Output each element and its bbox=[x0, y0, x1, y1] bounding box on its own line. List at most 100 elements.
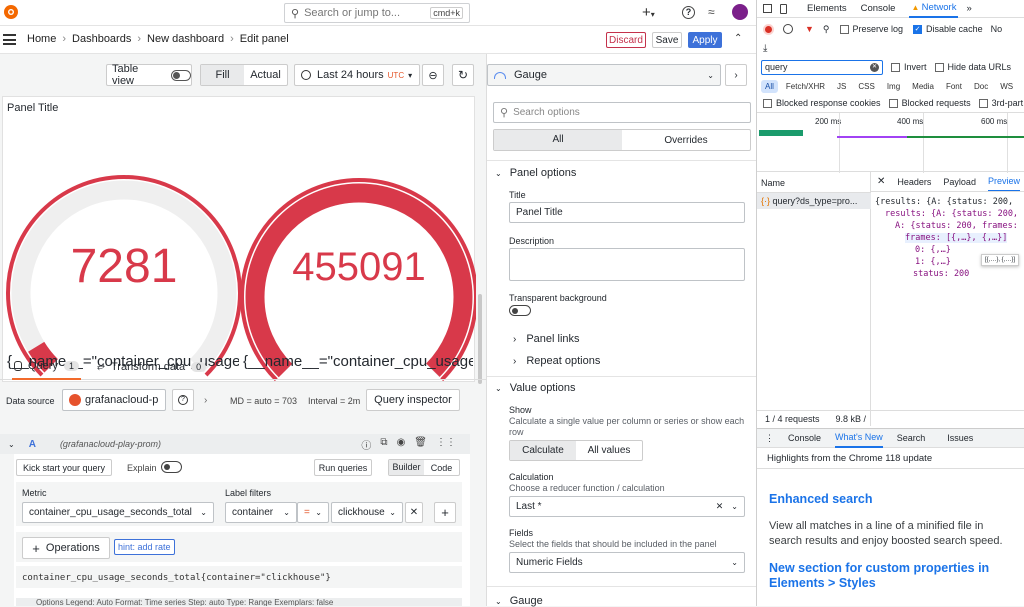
tab-all[interactable]: All bbox=[494, 130, 622, 150]
table-view-toggle[interactable]: Table view bbox=[106, 63, 192, 87]
drawer-menu-icon[interactable]: ⋮ bbox=[765, 433, 774, 444]
options-search-input[interactable]: ⚲ Search options bbox=[493, 102, 751, 123]
title-input[interactable]: Panel Title bbox=[509, 202, 745, 223]
preview-line-6[interactable]: 1: {,…} bbox=[915, 257, 951, 267]
clear-filter-icon[interactable]: ✕ bbox=[870, 62, 879, 72]
blocked-cookies-checkbox[interactable] bbox=[763, 98, 772, 108]
collapse-icon[interactable]: ⌄ bbox=[8, 440, 15, 449]
search-icon[interactable]: ⚲ bbox=[823, 24, 830, 35]
datasource-picker[interactable]: grafanacloud-p bbox=[62, 389, 166, 411]
trash-icon[interactable]: 🗑 bbox=[414, 437, 427, 452]
close-icon[interactable]: ✕ bbox=[877, 176, 885, 187]
tab-transform[interactable]: ⥂ Transform data 0 bbox=[97, 361, 207, 373]
tab-network[interactable]: ▲ Network bbox=[909, 0, 959, 18]
drawer-tab-issues[interactable]: Issues bbox=[947, 433, 973, 443]
clear-icon[interactable]: ✕ bbox=[716, 501, 724, 512]
more-tabs-icon[interactable]: » bbox=[966, 3, 971, 14]
calculate-option[interactable]: Calculate bbox=[510, 441, 576, 460]
news-title-2[interactable]: New section for custom properties in Ele… bbox=[769, 561, 1013, 591]
visualization-picker[interactable]: Gauge ⌄ bbox=[487, 64, 721, 86]
tab-elements[interactable]: Elements bbox=[807, 3, 847, 14]
zoom-out-button[interactable]: ⊖ bbox=[422, 64, 444, 86]
apply-button[interactable]: Apply bbox=[688, 32, 722, 48]
tab-preview[interactable]: Preview bbox=[987, 172, 1020, 191]
type-media[interactable]: Media bbox=[908, 80, 938, 93]
remove-filter-button[interactable]: ✕ bbox=[405, 502, 423, 523]
eye-icon[interactable]: ◉ bbox=[397, 437, 406, 452]
preview-line-2[interactable]: results: {A: {status: 200, bbox=[885, 209, 1018, 219]
preview-line-5[interactable]: 0: {,…} bbox=[915, 245, 951, 255]
type-css[interactable]: CSS bbox=[854, 80, 878, 93]
type-font[interactable]: Font bbox=[942, 80, 966, 93]
filter-key-select[interactable]: container ⌄ bbox=[225, 502, 297, 523]
transparent-toggle[interactable] bbox=[509, 305, 531, 316]
filter-operator-select[interactable]: = ⌄ bbox=[297, 502, 329, 523]
filter-icon[interactable]: ▼ bbox=[805, 24, 814, 34]
avatar[interactable] bbox=[732, 4, 748, 20]
type-ws[interactable]: WS bbox=[996, 80, 1017, 93]
record-icon[interactable] bbox=[763, 23, 774, 35]
search-bar[interactable]: ⚲ Search or jump to... cmd+k bbox=[284, 3, 470, 23]
request-row[interactable]: {·} query?ds_type=pro... bbox=[757, 193, 871, 209]
duplicate-icon[interactable]: ⧉ bbox=[380, 437, 387, 452]
run-queries-button[interactable]: Run queries bbox=[314, 459, 372, 476]
save-button[interactable]: Save bbox=[652, 32, 682, 48]
calculation-select[interactable]: Last * ✕ ⌄ bbox=[509, 496, 745, 517]
metric-select[interactable]: container_cpu_usage_seconds_total ⌄ bbox=[22, 502, 214, 523]
all-values-option[interactable]: All values bbox=[576, 445, 642, 456]
query-options[interactable]: Options Legend: Auto Format: Time series… bbox=[16, 598, 462, 606]
tab-query[interactable]: Query 1 bbox=[12, 354, 81, 380]
fields-select[interactable]: Numeric Fields ⌄ bbox=[509, 552, 745, 573]
third-party-checkbox[interactable] bbox=[978, 98, 988, 108]
disable-cache-checkbox[interactable]: ✓ bbox=[913, 24, 923, 34]
fill-button[interactable]: Fill bbox=[201, 65, 244, 85]
value-options-header[interactable]: ⌄ Value options bbox=[495, 382, 576, 394]
query-ref-id[interactable]: A bbox=[29, 439, 36, 450]
help-icon[interactable]: ? bbox=[682, 6, 695, 19]
network-filter-input[interactable]: query ✕ bbox=[761, 59, 883, 75]
collapse-icon[interactable]: ⌃ bbox=[734, 33, 742, 44]
preview-line-4[interactable]: frames: [{,…}, {,…}] bbox=[905, 233, 1008, 243]
refresh-button[interactable]: ↻ bbox=[452, 64, 474, 86]
explain-toggle[interactable] bbox=[161, 461, 182, 473]
download-icon[interactable]: ⤓ bbox=[763, 43, 767, 54]
query-help-icon[interactable]: ⓘ bbox=[361, 437, 371, 452]
drawer-tab-whats-new[interactable]: What's New bbox=[835, 428, 883, 448]
add-filter-button[interactable]: + bbox=[434, 502, 456, 523]
type-img[interactable]: Img bbox=[883, 80, 904, 93]
description-textarea[interactable] bbox=[509, 248, 745, 281]
builder-tab[interactable]: Builder bbox=[389, 460, 424, 475]
hide-urls-checkbox[interactable] bbox=[934, 62, 944, 72]
add-button[interactable]: +▾ bbox=[642, 4, 655, 21]
query-inspector-button[interactable]: Query inspector bbox=[366, 389, 460, 411]
filter-value-select[interactable]: clickhouse ⌄ bbox=[331, 502, 403, 523]
panel-options-header[interactable]: ⌄ Panel options bbox=[495, 167, 576, 179]
drawer-tab-console[interactable]: Console bbox=[788, 433, 821, 443]
tab-console[interactable]: Console bbox=[861, 3, 896, 14]
device-icon[interactable] bbox=[780, 3, 787, 14]
collapse-pane-button[interactable]: › bbox=[725, 64, 747, 86]
name-column-header[interactable]: Name bbox=[761, 178, 785, 188]
inspect-icon[interactable] bbox=[763, 4, 772, 13]
throttle-label[interactable]: No bbox=[991, 24, 1003, 34]
expand-chevron-icon[interactable]: › bbox=[204, 395, 207, 406]
preview-line-1[interactable]: {results: {A: {status: 200, bbox=[875, 197, 1013, 207]
datasource-help-button[interactable]: ? bbox=[172, 389, 194, 411]
time-range-picker[interactable]: Last 24 hours UTC ▾ bbox=[294, 64, 420, 86]
type-doc[interactable]: Doc bbox=[970, 80, 992, 93]
repeat-options-section[interactable]: › Repeat options bbox=[513, 355, 600, 367]
breadcrumb-new-dashboard[interactable]: New dashboard bbox=[147, 33, 224, 45]
news-title-1[interactable]: Enhanced search bbox=[769, 492, 873, 506]
panel-links-section[interactable]: › Panel links bbox=[513, 333, 580, 345]
gauge-options-header[interactable]: ⌄ Gauge bbox=[495, 595, 543, 607]
toggle-switch[interactable] bbox=[171, 69, 191, 81]
menu-icon[interactable] bbox=[3, 34, 16, 45]
tab-headers[interactable]: Headers bbox=[897, 177, 931, 187]
tab-payload[interactable]: Payload bbox=[943, 177, 976, 187]
code-tab[interactable]: Code bbox=[424, 463, 459, 473]
drag-handle-icon[interactable]: ⋮⋮ bbox=[436, 437, 456, 452]
drawer-tab-search[interactable]: Search bbox=[897, 433, 926, 443]
preserve-log-checkbox[interactable] bbox=[839, 24, 849, 34]
grafana-logo-icon[interactable] bbox=[3, 4, 19, 20]
invert-checkbox[interactable] bbox=[891, 62, 900, 72]
